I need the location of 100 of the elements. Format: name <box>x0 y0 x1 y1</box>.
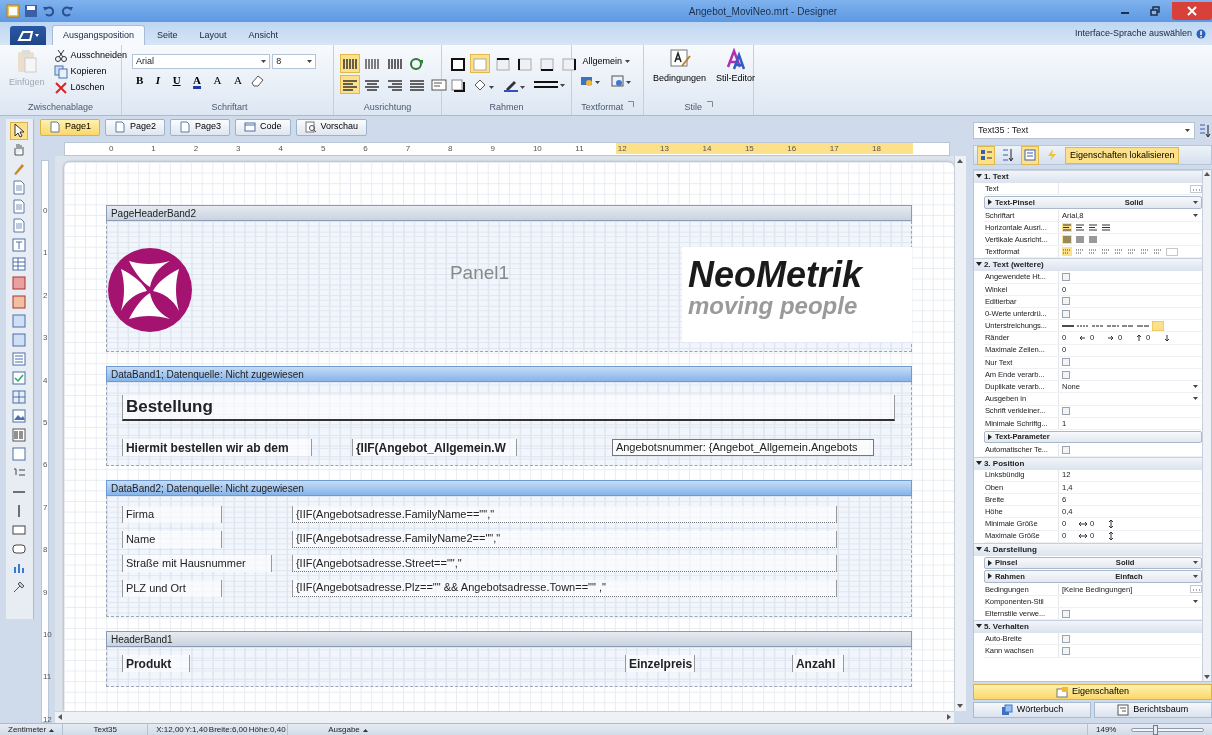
panel-tab[interactable]: Wörterbuch <box>972 702 1092 718</box>
format-dropdown[interactable]: Allgemein <box>580 54 632 69</box>
undo-icon[interactable] <box>42 4 56 18</box>
format-icon[interactable] <box>1139 247 1150 257</box>
ruler-number: 4 <box>277 143 284 154</box>
conditions-button[interactable]: Bedingungen <box>650 48 710 101</box>
format-icon[interactable] <box>1100 247 1111 257</box>
vertical-scrollbar[interactable] <box>1202 170 1211 681</box>
dropdown-caret-icon <box>625 60 630 63</box>
bold-button[interactable]: B <box>132 71 148 90</box>
checkbox[interactable] <box>1061 407 1070 416</box>
image-icon[interactable] <box>11 275 28 291</box>
unit-menu[interactable]: Zentimeter <box>0 724 64 735</box>
checkbox[interactable] <box>1061 297 1070 306</box>
page-tab[interactable]: Page1 <box>39 118 100 136</box>
line-style-icon[interactable] <box>1121 322 1134 329</box>
align-center-icon[interactable] <box>1074 222 1085 232</box>
categorized-button[interactable] <box>976 145 995 165</box>
page-tab[interactable]: Page3 <box>169 118 230 136</box>
font-color-button[interactable]: A <box>189 71 206 90</box>
checkbox[interactable] <box>1061 634 1070 643</box>
output-menu[interactable]: Ausgabe <box>288 724 376 735</box>
dialog-launcher-icon[interactable] <box>627 101 634 107</box>
justify-icon[interactable] <box>1100 222 1111 232</box>
ellipsis-button-icon[interactable] <box>1190 585 1202 594</box>
line-style-icon[interactable] <box>1136 322 1149 329</box>
sort-icon[interactable] <box>1199 123 1212 138</box>
checkbox-icon[interactable] <box>11 370 28 386</box>
checkbox[interactable] <box>1061 609 1070 618</box>
ribbon-tab[interactable]: Ausgangsposition <box>52 24 146 45</box>
grow-font-button[interactable]: A <box>209 71 226 90</box>
application-menu-button[interactable] <box>10 26 46 45</box>
clipboard-button[interactable]: Ausschneiden <box>51 48 130 64</box>
category-header[interactable]: 1. Text <box>973 170 1202 183</box>
checkbox[interactable] <box>1061 647 1070 656</box>
line-style-icon[interactable] <box>1106 322 1119 329</box>
localize-button[interactable]: Eigenschaften lokalisieren <box>1064 146 1180 164</box>
line-style-icon[interactable] <box>1061 322 1074 329</box>
font-field[interactable]: Arial <box>132 54 270 69</box>
panel-tab[interactable]: Berichtsbaum <box>1093 702 1212 718</box>
checkbox[interactable] <box>1061 309 1070 318</box>
shrink-font-button[interactable]: A <box>230 71 246 90</box>
page-tab[interactable]: Page2 <box>104 118 165 136</box>
redo-icon[interactable] <box>60 4 74 18</box>
line-style-icon[interactable] <box>1091 322 1104 329</box>
underline-button[interactable]: U <box>168 71 185 90</box>
list-icon[interactable] <box>11 351 28 367</box>
page-tab[interactable]: Code <box>235 118 291 136</box>
format-icon[interactable] <box>1126 247 1137 257</box>
dropdown-caret-icon[interactable] <box>1193 599 1198 603</box>
horizontal-scrollbar[interactable] <box>54 711 954 723</box>
dropdown-caret-icon[interactable] <box>1193 385 1198 389</box>
dialog-launcher-icon[interactable] <box>706 101 713 107</box>
panel-icon[interactable] <box>11 313 28 329</box>
format-icon[interactable] <box>1152 247 1163 257</box>
italic-button[interactable]: I <box>151 71 165 90</box>
ellipsis-button-icon[interactable] <box>1190 184 1202 193</box>
align-left-button[interactable] <box>340 75 360 95</box>
eraser-icon[interactable] <box>250 73 265 88</box>
ribbon-tab[interactable]: Seite <box>147 25 188 45</box>
component-selector[interactable]: Text35 : Text <box>972 122 1195 139</box>
style-editor-button[interactable]: Stil-Editor <box>713 48 759 101</box>
clipboard-button[interactable]: Kopieren <box>51 64 130 80</box>
ribbon-tab[interactable]: Layout <box>189 25 237 45</box>
format-icon[interactable] <box>1061 247 1072 257</box>
panel-tab[interactable]: Eigenschaften <box>972 684 1212 700</box>
table-icon[interactable] <box>11 256 28 272</box>
ribbon-tab[interactable]: Ansicht <box>238 25 289 45</box>
dropdown-caret-icon[interactable] <box>1193 213 1198 217</box>
frame-icon[interactable] <box>11 446 28 462</box>
zoom-slider-thumb[interactable] <box>1152 725 1158 735</box>
properties-view-button[interactable] <box>1020 145 1039 165</box>
dropdown-caret-icon[interactable] <box>1193 397 1198 401</box>
checkbox[interactable] <box>1061 370 1070 379</box>
clipboard-button[interactable]: Löschen <box>51 80 130 96</box>
barcode-icon[interactable] <box>11 427 28 443</box>
panel-icon[interactable] <box>11 332 28 348</box>
align-right-icon[interactable] <box>1087 222 1098 232</box>
checkbox[interactable] <box>1061 358 1070 367</box>
checkbox[interactable] <box>1061 273 1070 282</box>
align-left-icon[interactable] <box>1061 222 1072 232</box>
picture-icon[interactable] <box>11 408 28 424</box>
language-menu[interactable]: Interface-Sprache auswählen <box>1074 26 1192 41</box>
close-button[interactable] <box>1172 2 1212 20</box>
new-document-icon[interactable] <box>6 4 20 18</box>
save-icon[interactable] <box>24 4 38 18</box>
category-header[interactable]: 5. Verhalten <box>973 620 1202 634</box>
pointer-icon[interactable] <box>11 123 28 139</box>
ruler-number: 6 <box>362 143 369 154</box>
page-tab[interactable]: Vorschau <box>295 118 368 136</box>
format-icon[interactable] <box>1113 247 1124 257</box>
text-icon[interactable] <box>11 237 28 253</box>
format-icon[interactable] <box>1087 247 1098 257</box>
image-icon[interactable] <box>11 294 28 310</box>
line-style-icon[interactable] <box>1076 322 1089 329</box>
grid-icon[interactable] <box>11 389 28 405</box>
font-size-field[interactable]: 8 <box>272 54 317 69</box>
checkbox[interactable] <box>1061 445 1070 454</box>
category-header[interactable]: 2. Text (weitere) <box>973 258 1202 272</box>
format-icon[interactable] <box>1074 247 1085 257</box>
